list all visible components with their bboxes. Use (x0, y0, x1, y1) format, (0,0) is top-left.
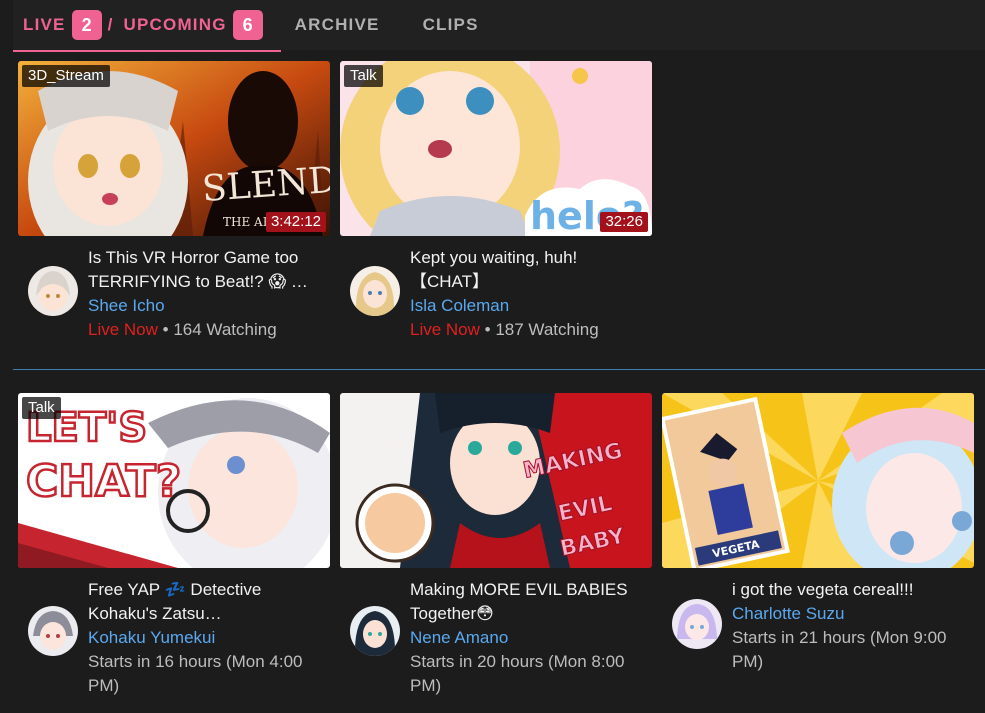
video-meta: Making MORE EVIL BABIES Together😳 Nene A… (410, 578, 650, 698)
section-divider (13, 369, 985, 370)
avatar[interactable] (28, 606, 78, 656)
channel-link[interactable]: Shee Icho (88, 294, 328, 318)
video-title[interactable]: Is This VR Horror Game too TERRIFYING to… (88, 246, 328, 294)
start-time-line: PM) (732, 652, 764, 671)
video-thumbnail[interactable]: VEGETA (662, 393, 974, 568)
live-count-badge: 2 (71, 10, 102, 40)
tab-live-label: LIVE (23, 15, 66, 34)
video-title-line: 【CHAT】 (410, 272, 490, 291)
tab-separator: / (107, 15, 114, 34)
start-time-line: PM) (410, 676, 442, 695)
tab-bar: LIVE 2 / UPCOMING 6 ARCHIVE CLIPS (13, 0, 985, 52)
avatar-image (672, 599, 722, 649)
avatar-image (350, 266, 400, 316)
start-time: Starts in 21 hours (Mon 9:00 PM) (732, 626, 972, 674)
video-meta: Is This VR Horror Game too TERRIFYING to… (88, 246, 328, 342)
channel-link[interactable]: Charlotte Suzu (732, 602, 972, 626)
video-card: SLENDER THE ARR 3D_Stream 3:42:12 Is Thi… (18, 61, 330, 351)
tab-upcoming-label: UPCOMING (123, 15, 227, 34)
avatar[interactable] (350, 266, 400, 316)
live-status: Live Now • 164 Watching (88, 318, 328, 342)
avatar[interactable] (350, 606, 400, 656)
thumbnail-art: SLENDER THE ARR (18, 61, 330, 236)
start-time-line: Starts in 16 hours (Mon 4:00 (88, 652, 303, 671)
avatar-image (28, 266, 78, 316)
chat-text: CHAT? (26, 456, 181, 507)
thumbnail-art: MAKING EVIL BABY (340, 393, 652, 568)
video-title-line: Making MORE EVIL BABIES (410, 580, 628, 599)
video-title[interactable]: Free YAP 💤 Detective Kohaku's Zatsu… (88, 578, 328, 626)
video-thumbnail[interactable]: SLENDER THE ARR 3D_Stream 3:42:12 (18, 61, 330, 236)
thumbnail-art: LET'S CHAT? (18, 393, 330, 568)
video-title-line: Kohaku's Zatsu… (88, 604, 222, 623)
topic-badge: 3D_Stream (22, 65, 110, 87)
video-meta: Kept you waiting, huh! 【CHAT】 Isla Colem… (410, 246, 650, 342)
tab-archive[interactable]: ARCHIVE (295, 0, 380, 50)
live-now-label: Live Now (88, 320, 158, 339)
video-meta: i got the vegeta cereal!!! Charlotte Suz… (732, 578, 972, 674)
avatar-image (28, 606, 78, 656)
video-thumbnail[interactable]: LET'S CHAT? Talk (18, 393, 330, 568)
video-card: LET'S CHAT? Talk Free YAP 💤 Detective Ko… (18, 393, 330, 703)
video-meta: Free YAP 💤 Detective Kohaku's Zatsu… Koh… (88, 578, 328, 698)
upcoming-count-badge: 6 (232, 10, 263, 40)
start-time: Starts in 20 hours (Mon 8:00 PM) (410, 650, 650, 698)
duration-badge: 3:42:12 (265, 212, 326, 232)
live-status: Live Now • 187 Watching (410, 318, 650, 342)
video-title[interactable]: Kept you waiting, huh! 【CHAT】 (410, 246, 650, 294)
watching-count: • 187 Watching (484, 320, 599, 339)
channel-link[interactable]: Nene Amano (410, 626, 650, 650)
live-now-label: Live Now (410, 320, 480, 339)
topic-badge: Talk (22, 397, 61, 419)
video-thumbnail[interactable]: MAKING EVIL BABY (340, 393, 652, 568)
avatar[interactable] (28, 266, 78, 316)
thumbnail-art: VEGETA (662, 393, 974, 568)
start-time-line: Starts in 20 hours (Mon 8:00 (410, 652, 625, 671)
channel-link[interactable]: Kohaku Yumekui (88, 626, 328, 650)
start-time-line: PM) (88, 676, 120, 695)
tab-clips[interactable]: CLIPS (423, 0, 479, 50)
video-title-line: Kept you waiting, huh! (410, 248, 578, 267)
duration-badge: 32:26 (600, 212, 648, 232)
start-time: Starts in 16 hours (Mon 4:00 PM) (88, 650, 328, 698)
channel-link[interactable]: Isla Coleman (410, 294, 650, 318)
thumbnail-art: helo? (340, 61, 652, 236)
video-title-line: Free YAP 💤 Detective (88, 580, 262, 599)
video-thumbnail[interactable]: helo? Talk 32:26 (340, 61, 652, 236)
video-title-line: TERRIFYING to Beat!? 😱 … (88, 272, 308, 291)
avatar[interactable] (672, 599, 722, 649)
video-card: VEGETA i got the vegeta cereal!!! Charlo… (662, 393, 974, 703)
start-time-line: Starts in 21 hours (Mon 9:00 (732, 628, 947, 647)
watching-count: • 164 Watching (162, 320, 277, 339)
video-title[interactable]: Making MORE EVIL BABIES Together😳 (410, 578, 650, 626)
video-title[interactable]: i got the vegeta cereal!!! (732, 578, 972, 602)
avatar-image (350, 606, 400, 656)
tab-live-upcoming[interactable]: LIVE 2 / UPCOMING 6 (13, 0, 281, 52)
video-title-line: Together😳 (410, 604, 494, 623)
video-title-line: Is This VR Horror Game too (88, 248, 299, 267)
topic-badge: Talk (344, 65, 383, 87)
video-card: helo? Talk 32:26 Kept you waiting, huh! … (340, 61, 652, 351)
video-card: MAKING EVIL BABY Making MORE EVIL BABIES… (340, 393, 652, 703)
